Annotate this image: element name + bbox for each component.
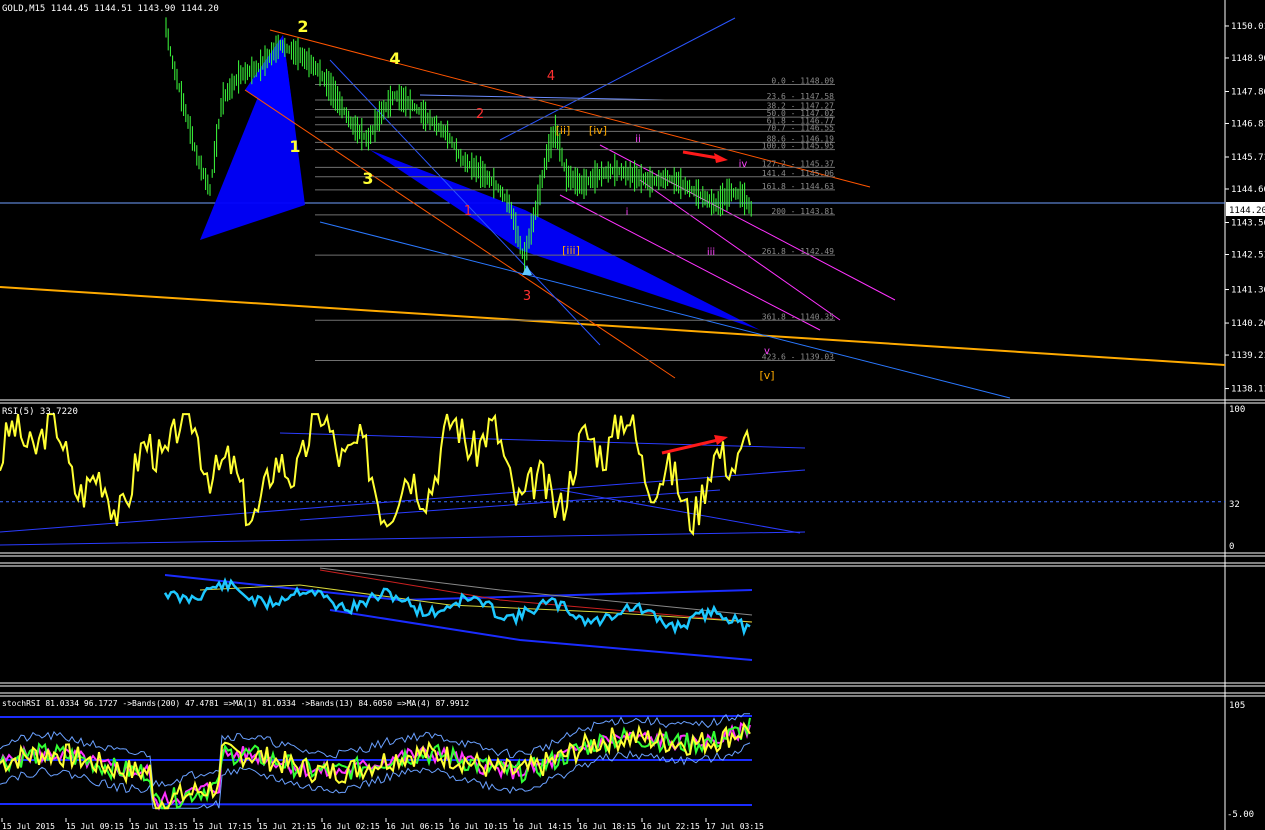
rsi-trendline — [0, 531, 806, 546]
time-label-3: 15 Jul 17:15 — [194, 822, 252, 830]
yellow-wave-2: 3 — [362, 169, 373, 188]
main-chart-header: GOLD,M15 1144.45 1144.51 1143.90 1144.20 — [2, 4, 219, 14]
analysis-overlays — [0, 17, 1226, 399]
blue-fan-up — [499, 17, 736, 141]
fib-label-10: 161.8 - 1144.63 — [762, 182, 834, 191]
price-tick-label-10: 1139.21 — [1231, 351, 1265, 361]
price-tick-label-9: 1140.26 — [1231, 319, 1265, 329]
stoch-tick-minus5: -5.00 — [1227, 810, 1254, 820]
time-label-11: 17 Jul 03:15 — [706, 822, 764, 830]
red-wave-3: 4 — [547, 69, 555, 84]
orange-wave-3: [v] — [759, 369, 774, 382]
time-label-7: 16 Jul 10:15 — [450, 822, 508, 830]
ma-yellow — [199, 584, 753, 623]
stoch-band-top — [0, 715, 753, 718]
time-label-1: 15 Jul 09:15 — [66, 822, 124, 830]
price-tick-label-7: 1142.51 — [1231, 250, 1265, 260]
wave-labels: 12341234[ii] [iv][iii][v]iiiiiiivv — [289, 17, 774, 382]
rsi-tick-0: 0 — [1229, 542, 1234, 552]
time-label-0: 15 Jul 2015 — [2, 822, 55, 830]
fib-label-7: 100.0 - 1145.95 — [762, 142, 834, 151]
magenta-wave-1: ii — [635, 134, 641, 145]
price-tick-label-5: 1144.66 — [1231, 185, 1265, 195]
red-arrowhead-main — [714, 153, 728, 163]
wave3-arrow-icon — [522, 265, 532, 275]
red-wave-2: 3 — [523, 289, 531, 304]
yellow-wave-3: 4 — [389, 49, 400, 68]
rsi-tick-100: 100 — [1229, 405, 1245, 415]
fib-label-0: 0.0 - 1148.09 — [771, 76, 834, 85]
fib-label-8: 127.2 - 1145.37 — [762, 159, 834, 168]
price-tick-label-0: 1150.01 — [1231, 22, 1265, 32]
stochrsi-header: stochRSI 81.0334 96.1727 ->Bands(200) 47… — [2, 699, 469, 708]
rsi-line — [0, 413, 751, 537]
red-wave-0: 1 — [464, 204, 472, 219]
time-label-2: 15 Jul 13:15 — [130, 822, 188, 830]
red-wave-1: 2 — [476, 107, 484, 122]
price-tick-label-1: 1148.96 — [1231, 54, 1265, 64]
magenta-wave-0: i — [626, 207, 629, 218]
price-tick-label-4: 1145.71 — [1231, 153, 1265, 163]
stochrsi-panel-lines — [0, 713, 753, 811]
stoch-tick-105: 105 — [1229, 701, 1245, 711]
price-tick-label-11: 1138.11 — [1231, 385, 1265, 395]
price-tick-label-8: 1141.36 — [1231, 286, 1265, 296]
time-label-4: 15 Jul 21:15 — [258, 822, 316, 830]
price-tick-label-6: 1143.56 — [1231, 219, 1265, 229]
last-price-label: 1144.20 — [1229, 206, 1265, 216]
fib-label-5: 70.7 - 1146.55 — [767, 123, 835, 132]
time-axis: 15 Jul 2015 15 Jul 09:15 15 Jul 13:15 15 Ju… — [1, 818, 764, 830]
red-channel-lower — [244, 89, 676, 379]
rsi-red-arrowhead — [714, 435, 728, 445]
fib-label-13: 361.8 - 1140.35 — [762, 312, 834, 321]
orange-trendline-long — [0, 286, 1226, 366]
magenta-wave-3: iv — [739, 159, 748, 170]
rsi-header: RSI(5) 33.7220 — [2, 407, 78, 417]
fib-label-1: 23.6 - 1147.58 — [767, 92, 835, 101]
rsi-tick-32: 32 — [1229, 500, 1240, 510]
fib-label-9: 141.4 - 1145.06 — [762, 169, 834, 178]
time-label-5: 16 Jul 02:15 — [322, 822, 380, 830]
magenta-wave-4: v — [764, 346, 770, 357]
orange-wave-1: [iv] — [589, 124, 607, 137]
time-label-9: 16 Jul 18:15 — [578, 822, 636, 830]
fib-label-14: 423.6 - 1139.03 — [762, 353, 834, 362]
red-arrow-main — [682, 150, 719, 160]
fib-label-11: 200 - 1143.81 — [771, 207, 834, 216]
rsi-red-arrow — [661, 438, 719, 455]
fib-label-12: 261.8 - 1142.49 — [762, 247, 834, 256]
magenta-wave-2: iii — [707, 247, 715, 258]
yellow-wave-0: 1 — [289, 137, 300, 156]
blue-horizontal — [419, 94, 666, 101]
rsi-panel-lines — [0, 413, 1225, 546]
time-label-10: 16 Jul 22:15 — [642, 822, 700, 830]
orange-wave-0: [ii] — [556, 124, 571, 137]
price-tick-label-3: 1146.81 — [1231, 119, 1265, 129]
chart-canvas: 0.0 - 1148.0923.6 - 1147.5838.2 - 1147.2… — [0, 0, 1265, 830]
price-tick-label-2: 1147.86 — [1231, 87, 1265, 97]
yellow-wave-1: 2 — [297, 17, 308, 36]
orange-wave-2: [iii] — [562, 244, 580, 257]
ma-panel-lines — [163, 567, 753, 661]
time-label-6: 16 Jul 06:15 — [386, 822, 444, 830]
time-label-8: 16 Jul 14:15 — [514, 822, 572, 830]
stoch-band-bottom — [0, 803, 753, 806]
